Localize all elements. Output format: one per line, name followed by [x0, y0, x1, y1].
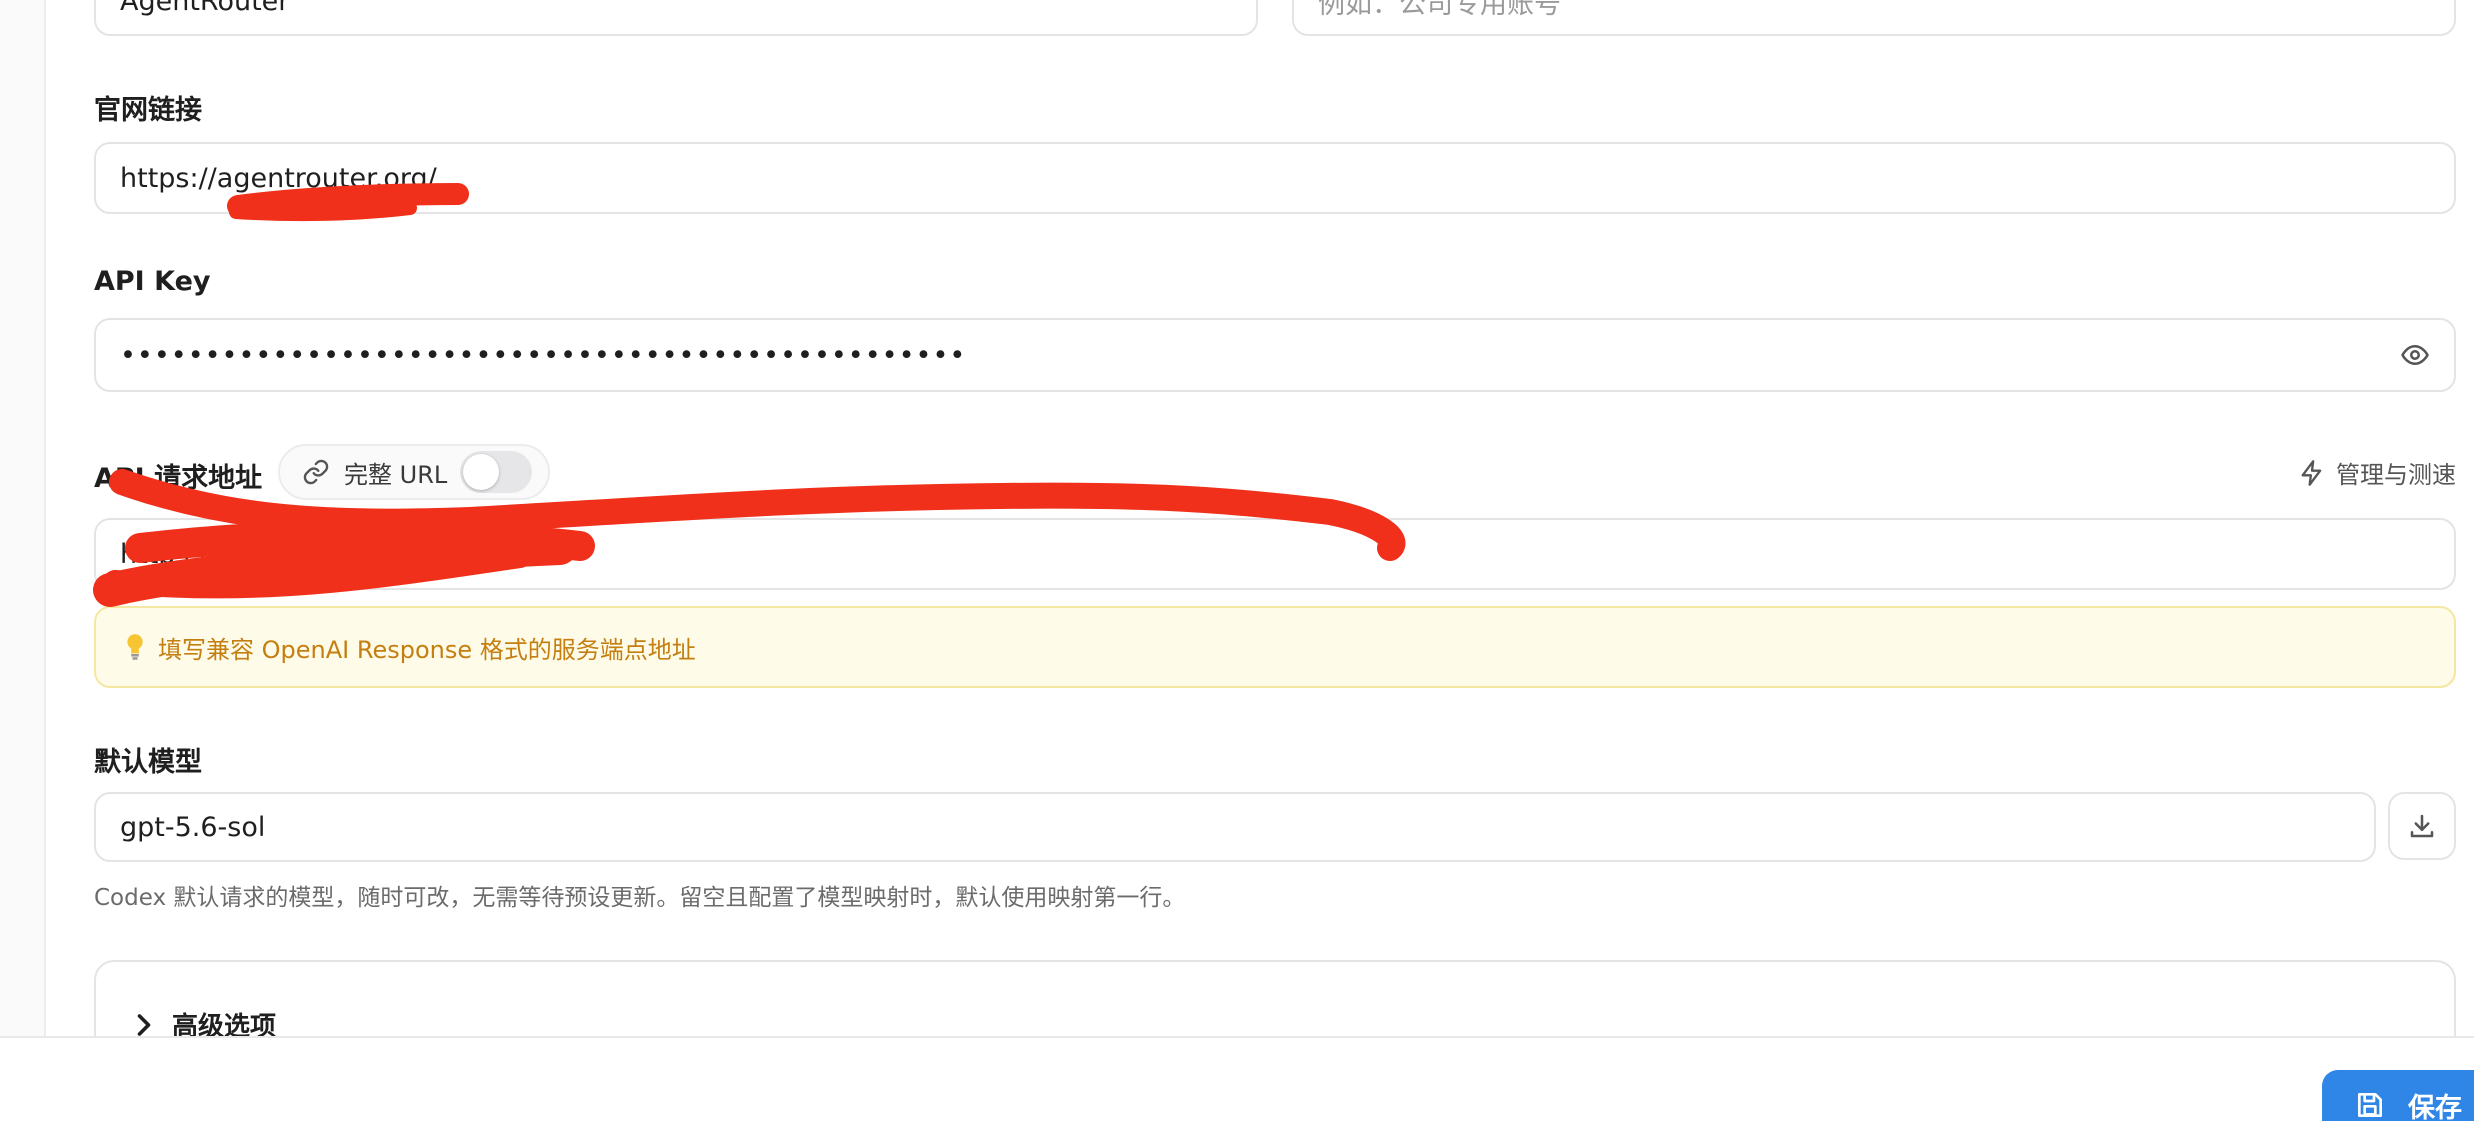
- default-model-label: 默认模型: [94, 747, 202, 778]
- default-model-value: gpt-5.6-sol: [120, 811, 266, 843]
- website-input[interactable]: https://agentrouter.org/: [94, 142, 2456, 214]
- full-url-switch[interactable]: [460, 451, 532, 493]
- provider-edit-form: AgentRouter 例如：公司专用账号 官网链接 https://agent…: [0, 0, 2474, 1121]
- fetch-models-button[interactable]: [2388, 792, 2456, 860]
- api-endpoint-value: https://agentrouter.org/v1: [120, 538, 470, 570]
- manage-label: 管理与测速: [2336, 461, 2456, 489]
- save-icon: [2354, 1089, 2386, 1121]
- remark-placeholder: 例如：公司专用账号: [1318, 0, 1561, 20]
- download-icon: [2407, 811, 2437, 841]
- save-button[interactable]: 保存: [2322, 1070, 2474, 1121]
- eye-icon[interactable]: [2398, 340, 2432, 370]
- link-icon: [302, 458, 330, 486]
- website-label: 官网链接: [94, 95, 202, 126]
- provider-name-input[interactable]: AgentRouter: [94, 0, 1258, 36]
- save-label: 保存: [2408, 1092, 2462, 1121]
- endpoint-hint: 填写兼容 OpenAI Response 格式的服务端点地址: [94, 606, 2456, 688]
- zap-icon: [2298, 458, 2326, 488]
- footer-bar: [0, 1036, 2474, 1121]
- api-endpoint-label: API 请求地址: [94, 463, 263, 494]
- api-key-input[interactable]: ••••••••••••••••••••••••••••••••••••••••…: [94, 318, 2456, 392]
- full-url-switch-knob: [463, 454, 499, 490]
- api-key-label: API Key: [94, 266, 211, 297]
- website-value: https://agentrouter.org/: [120, 162, 437, 194]
- chevron-right-icon: [134, 1013, 154, 1037]
- left-rail: [0, 0, 46, 1038]
- default-model-helper: Codex 默认请求的模型，随时可改，无需等待预设更新。留空且配置了模型映射时，…: [94, 885, 1186, 911]
- api-key-value: ••••••••••••••••••••••••••••••••••••••••…: [120, 339, 967, 371]
- provider-name-value: AgentRouter: [120, 0, 290, 17]
- lightbulb-icon: [124, 633, 146, 661]
- default-model-input[interactable]: gpt-5.6-sol: [94, 792, 2376, 862]
- api-endpoint-input[interactable]: https://agentrouter.org/v1: [94, 518, 2456, 590]
- manage-and-speedtest-button[interactable]: 管理与测速: [2298, 455, 2456, 490]
- remark-input[interactable]: 例如：公司专用账号: [1292, 0, 2456, 36]
- full-url-label: 完整 URL: [344, 460, 448, 489]
- endpoint-hint-text: 填写兼容 OpenAI Response 格式的服务端点地址: [158, 635, 696, 664]
